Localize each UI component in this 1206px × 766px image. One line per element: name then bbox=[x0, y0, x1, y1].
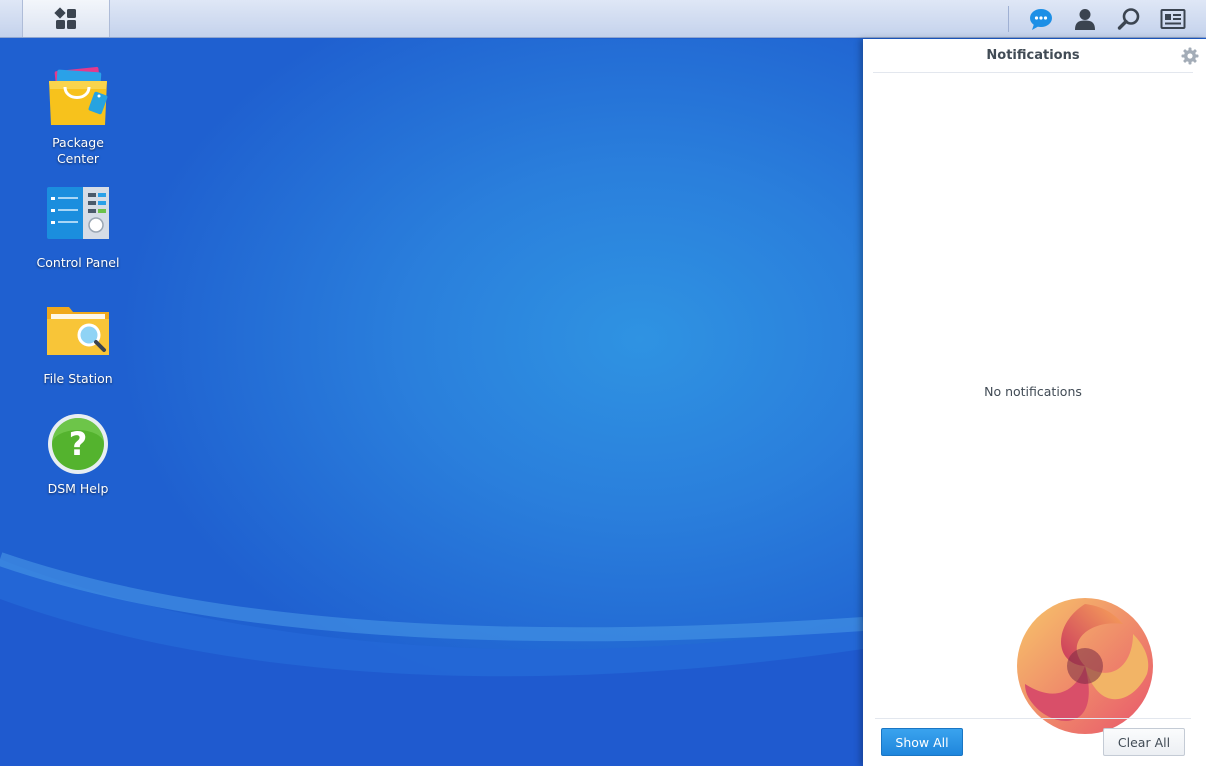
empty-state-text: No notifications bbox=[984, 384, 1082, 399]
grid-menu-icon bbox=[54, 6, 76, 29]
main-menu-button[interactable] bbox=[22, 0, 110, 37]
notifications-header: Notifications bbox=[873, 39, 1199, 73]
taskbar bbox=[0, 0, 1206, 38]
desktop-icon-package-center[interactable]: Package Center bbox=[23, 65, 133, 167]
search-icon bbox=[1117, 8, 1140, 30]
desktop-icon-label: Control Panel bbox=[36, 255, 120, 270]
svg-text:?: ? bbox=[69, 425, 88, 463]
clear-all-button[interactable]: Clear All bbox=[1103, 728, 1185, 756]
help-question-icon: ? bbox=[48, 414, 108, 474]
notifications-button[interactable] bbox=[1026, 5, 1056, 33]
user-button[interactable] bbox=[1070, 5, 1100, 33]
desktop-icon-dsm-help[interactable]: ? DSM Help bbox=[23, 411, 133, 497]
label-line-2: Center bbox=[56, 151, 100, 166]
gear-icon[interactable] bbox=[1181, 47, 1199, 65]
footer-divider bbox=[875, 718, 1191, 719]
shopping-bag-icon bbox=[49, 66, 108, 125]
widgets-button[interactable] bbox=[1158, 5, 1188, 33]
search-button[interactable] bbox=[1114, 5, 1144, 33]
label-line-1: Package bbox=[52, 135, 104, 150]
desktop-icon-label: Package Center bbox=[28, 135, 128, 167]
control-panel-icon bbox=[47, 187, 109, 239]
desktop-icon-file-station[interactable]: File Station bbox=[23, 301, 133, 387]
taskbar-separator bbox=[1008, 6, 1009, 32]
desktop-icon-control-panel[interactable]: Control Panel bbox=[23, 185, 133, 271]
notifications-panel: Notifications No notifications Show All … bbox=[863, 39, 1206, 766]
widgets-icon bbox=[1160, 9, 1186, 29]
user-icon bbox=[1075, 9, 1095, 30]
notifications-title: Notifications bbox=[986, 48, 1080, 63]
show-all-button[interactable]: Show All bbox=[881, 728, 963, 756]
desktop-icon-label: DSM Help bbox=[47, 481, 109, 496]
chat-bubble-icon bbox=[1030, 9, 1052, 30]
desktop-icon-label: File Station bbox=[43, 371, 113, 386]
desktop: Package Center Control Panel File Statio… bbox=[0, 39, 863, 766]
folder-search-icon bbox=[47, 307, 109, 355]
